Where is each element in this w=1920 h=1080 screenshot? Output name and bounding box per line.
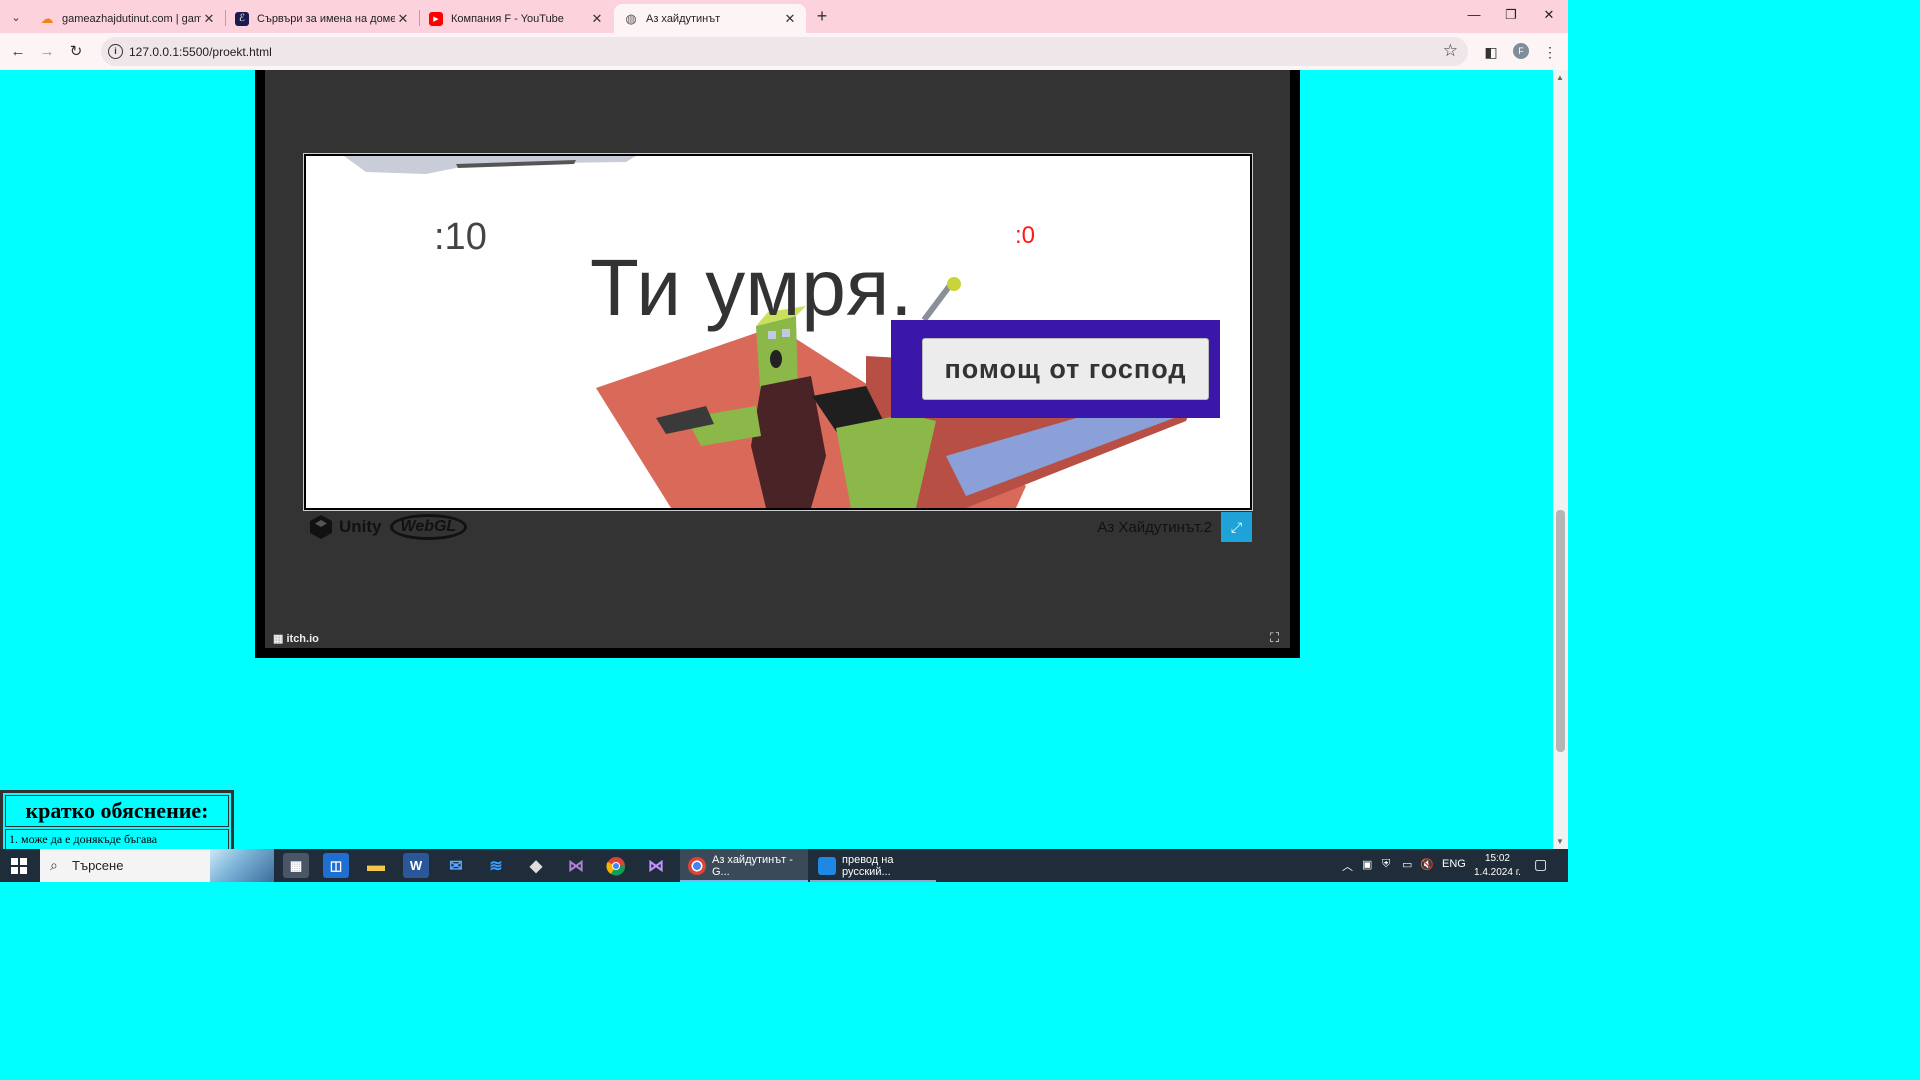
- search-placeholder: Търсене: [72, 858, 124, 873]
- lever-stick: [921, 282, 954, 322]
- address-bar[interactable]: i 127.0.0.1:5500/proekt.html ☆: [101, 37, 1468, 66]
- explanation-title: кратко обяснение:: [5, 795, 229, 827]
- security-tray-icon[interactable]: ⛨: [1382, 858, 1390, 871]
- close-icon[interactable]: ✕: [201, 11, 217, 27]
- chrome-app-icon[interactable]: [603, 853, 629, 878]
- chrome-icon: [688, 856, 706, 875]
- cloud-icon: ☁: [40, 10, 54, 26]
- roblox-app-icon[interactable]: ◆: [523, 853, 549, 878]
- store-app-icon[interactable]: ◫: [323, 853, 349, 878]
- clock-date: 1.4.2024 г.: [1474, 867, 1521, 878]
- close-icon[interactable]: ✕: [395, 11, 411, 27]
- help-from-god-button[interactable]: помощ от господ: [922, 338, 1209, 400]
- tab-search-chevron-icon[interactable]: ⌄: [6, 7, 26, 27]
- word-app-icon[interactable]: W: [403, 853, 429, 878]
- url-text: 127.0.0.1:5500/proekt.html: [129, 45, 272, 59]
- score-right: :0: [1015, 222, 1036, 249]
- close-icon[interactable]: ✕: [589, 11, 605, 27]
- side-panel-icon[interactable]: ◧: [1482, 43, 1500, 61]
- scrollbar-thumb[interactable]: [1556, 510, 1565, 752]
- close-icon[interactable]: ✕: [782, 11, 798, 27]
- camera-tray-icon[interactable]: ▣: [1362, 858, 1372, 871]
- bookmark-star-icon[interactable]: ☆: [1443, 41, 1458, 61]
- tab-az-hajdutinat[interactable]: ◍ Аз хайдутинът ✕: [614, 4, 806, 33]
- character-mouth: [770, 350, 782, 368]
- language-indicator[interactable]: ENG: [1442, 858, 1466, 870]
- browser-tab-strip: ⌄ ☁ gameazhajdutinut.com | gameaz ✕ ℰ Съ…: [0, 0, 1568, 33]
- new-tab-button[interactable]: +: [812, 6, 832, 26]
- help-panel: помощ от господ: [891, 320, 1220, 418]
- network-tray-icon[interactable]: ▭: [1402, 858, 1412, 871]
- notifications-icon[interactable]: ▢: [1534, 856, 1547, 873]
- unity-logo: Unity WebGL: [309, 512, 468, 542]
- search-icon: ⌕: [50, 857, 58, 873]
- close-window-button[interactable]: ✕: [1534, 7, 1564, 23]
- tray-overflow-chevron-icon[interactable]: ︿: [1342, 858, 1353, 874]
- itch-embed-frame: :10 :0 Ти умря. помощ от господ Unity We…: [255, 70, 1300, 658]
- profile-avatar[interactable]: F: [1513, 43, 1529, 59]
- tab-gameazhajdutinut[interactable]: ☁ gameazhajdutinut.com | gameaz ✕: [30, 4, 225, 33]
- itch-store-icon: ▦: [273, 633, 284, 645]
- explanation-row: 1. може да е донякъде бъгава: [5, 829, 229, 849]
- windows-taskbar: ⌕ Търсене ▦ ◫ ▬ W ✉ ≋ ◆ ⋈ ⋈ Аз хайдутинъ…: [0, 849, 1568, 882]
- scroll-up-arrow-icon[interactable]: ▲: [1556, 73, 1564, 82]
- tab-youtube[interactable]: ▶ Компания F - YouTube ✕: [419, 4, 613, 33]
- taskbar-window-label: Аз хайдутинът - G...: [712, 853, 793, 878]
- embed-fullscreen-icon[interactable]: ⛶: [1270, 630, 1279, 646]
- explanation-table: кратко обяснение: 1. може да е донякъде …: [0, 790, 234, 849]
- restore-button[interactable]: ❐: [1496, 7, 1526, 23]
- mail-app-icon[interactable]: ✉: [443, 853, 469, 878]
- youtube-icon: ▶: [429, 11, 443, 26]
- menu-kebab-icon[interactable]: ⋮: [1541, 43, 1559, 61]
- running-indicator: [810, 880, 936, 882]
- visual-studio-icon[interactable]: ⋈: [563, 853, 589, 878]
- tab-title: Сървъри за имена на домейни: [257, 12, 395, 25]
- page-viewport: :10 :0 Ти умря. помощ от господ Unity We…: [0, 70, 1553, 849]
- windows-logo-icon: [11, 857, 27, 874]
- itch-embed-inner: :10 :0 Ти умря. помощ от господ Unity We…: [265, 70, 1290, 648]
- taskbar-clock[interactable]: 15:02 1.4.2024 г.: [1474, 852, 1521, 880]
- taskbar-window-label: превод на русский...: [842, 853, 894, 878]
- active-indicator: [680, 880, 808, 882]
- calculator-app-icon[interactable]: ▦: [283, 853, 309, 878]
- back-button[interactable]: ←: [8, 42, 28, 62]
- lever-ball: [947, 277, 961, 291]
- page-scrollbar[interactable]: ▲ ▼: [1553, 70, 1568, 849]
- death-message: Ти умря.: [590, 243, 914, 332]
- game-title: Аз Хайдутинът.2: [1097, 519, 1212, 536]
- unity-label: Unity: [339, 517, 382, 536]
- tab-domain-servers[interactable]: ℰ Сървъри за имена на домейни ✕: [225, 4, 419, 33]
- start-button[interactable]: [0, 849, 38, 882]
- tab-title: gameazhajdutinut.com | gameaz: [62, 12, 201, 25]
- score-left: :10: [434, 216, 487, 258]
- scroll-down-arrow-icon[interactable]: ▼: [1556, 837, 1564, 846]
- site-info-icon[interactable]: i: [108, 44, 123, 59]
- globe-icon: ◍: [625, 10, 637, 26]
- file-explorer-icon[interactable]: ▬: [363, 853, 389, 878]
- visual-studio-preview-icon[interactable]: ⋈: [643, 853, 669, 878]
- itch-label: itch.io: [286, 633, 319, 645]
- azure-app-icon[interactable]: ≋: [483, 853, 509, 878]
- taskbar-search[interactable]: ⌕ Търсене: [40, 849, 274, 882]
- minimize-button[interactable]: —: [1459, 7, 1489, 22]
- itch-io-logo[interactable]: ▦ itch.io: [273, 632, 319, 645]
- tab-title: Компания F - YouTube: [451, 12, 564, 25]
- browser-toolbar: ← → ↻ i 127.0.0.1:5500/proekt.html ☆ ◧ F…: [0, 33, 1568, 70]
- tab-title: Аз хайдутинът: [646, 12, 721, 25]
- clock-time: 15:02: [1484, 853, 1510, 864]
- taskbar-window-chrome[interactable]: Аз хайдутинът - G...: [680, 849, 808, 882]
- forward-button[interactable]: →: [37, 42, 57, 62]
- vscode-icon: [818, 856, 836, 875]
- unity-cube-icon: [310, 515, 332, 539]
- unity-footer: Unity WebGL Аз Хайдутинът.2 ⤢: [304, 508, 1252, 544]
- domain-icon: ℰ: [235, 11, 249, 26]
- fullscreen-button[interactable]: ⤢: [1221, 512, 1252, 542]
- webgl-label: WebGL: [389, 514, 468, 540]
- reload-button[interactable]: ↻: [66, 42, 86, 62]
- volume-muted-icon[interactable]: 🔇: [1420, 858, 1434, 871]
- search-highlight-art: [210, 849, 274, 882]
- taskbar-window-vscode[interactable]: превод на русский...: [810, 849, 936, 882]
- unity-game-canvas[interactable]: :10 :0 Ти умря. помощ от господ: [303, 153, 1253, 511]
